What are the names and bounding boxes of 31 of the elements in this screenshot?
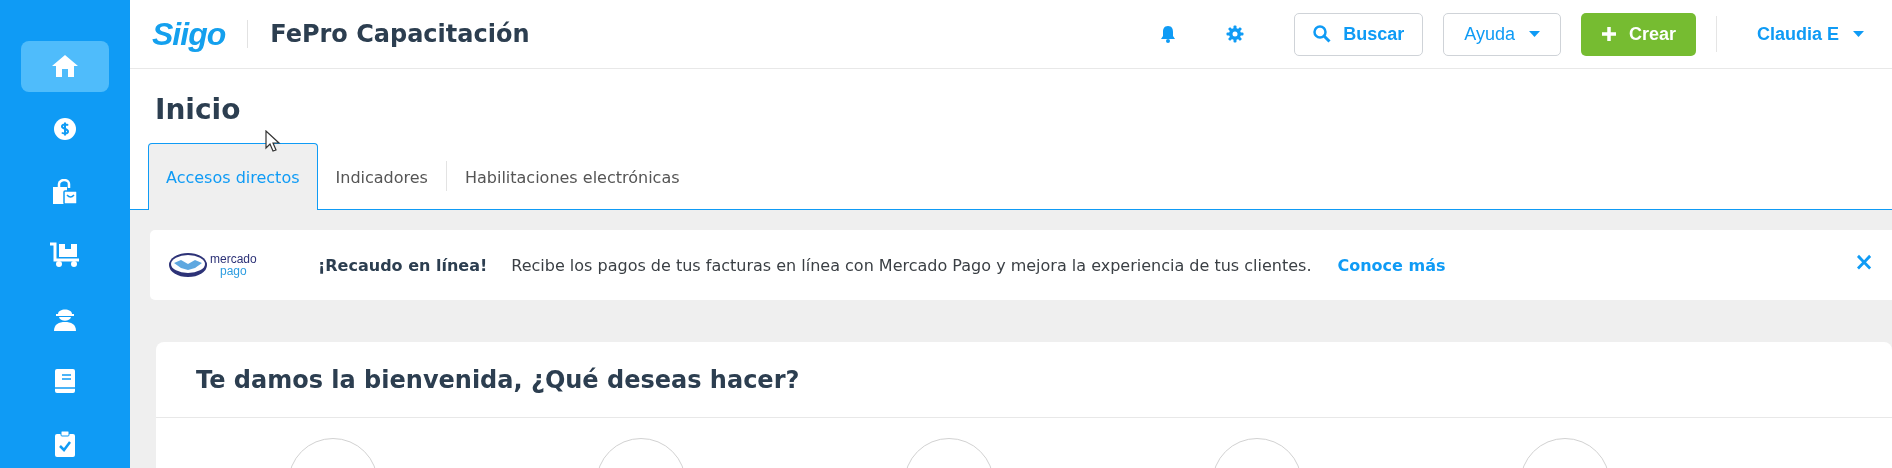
company-name: FePro Capacitación <box>270 20 530 48</box>
banner-text: Recibe los pagos de tus facturas en línea con Mercado Pago y mejora la experiencia de tus clientes. <box>511 255 1312 275</box>
banner-title: ¡Recaudo en línea! <box>318 255 488 275</box>
home-icon <box>51 54 79 79</box>
search-button[interactable]: Buscar <box>1294 12 1424 56</box>
book-icon <box>54 367 76 394</box>
cart-icon <box>49 242 81 268</box>
bell-icon[interactable] <box>1160 25 1177 43</box>
tab[interactable]: Accesos directos <box>148 143 318 210</box>
logo-text: mercado <box>210 253 257 265</box>
cursor-icon <box>265 130 281 154</box>
tab[interactable]: Habilitaciones electrónicas <box>446 143 698 210</box>
shopping-bag-icon <box>51 179 79 206</box>
learn-more-link[interactable]: Conoce más <box>1337 255 1446 275</box>
caret-icon <box>1853 31 1864 37</box>
tab[interactable]: Indicadores <box>317 143 446 210</box>
settings-icon[interactable] <box>1226 25 1245 43</box>
sidebar-item[interactable] <box>21 41 109 92</box>
user-menu[interactable]: Claudia E <box>1756 23 1864 45</box>
create-button[interactable]: Crear <box>1580 12 1696 56</box>
page-title: Inicio <box>155 93 242 126</box>
welcome-heading: Te damos la bienvenida, ¿Qué deseas hacer? <box>156 342 1892 418</box>
caret-icon <box>1528 31 1540 37</box>
search-icon <box>1313 25 1332 43</box>
close-button[interactable]: × <box>1853 250 1874 274</box>
plus-icon <box>1600 26 1617 42</box>
help-button[interactable]: Ayuda <box>1443 12 1561 56</box>
dollar-icon <box>53 117 77 142</box>
clipboard-check-icon <box>54 430 76 457</box>
logo-text: pago <box>219 265 248 277</box>
logo[interactable]: Siigo <box>152 15 226 53</box>
